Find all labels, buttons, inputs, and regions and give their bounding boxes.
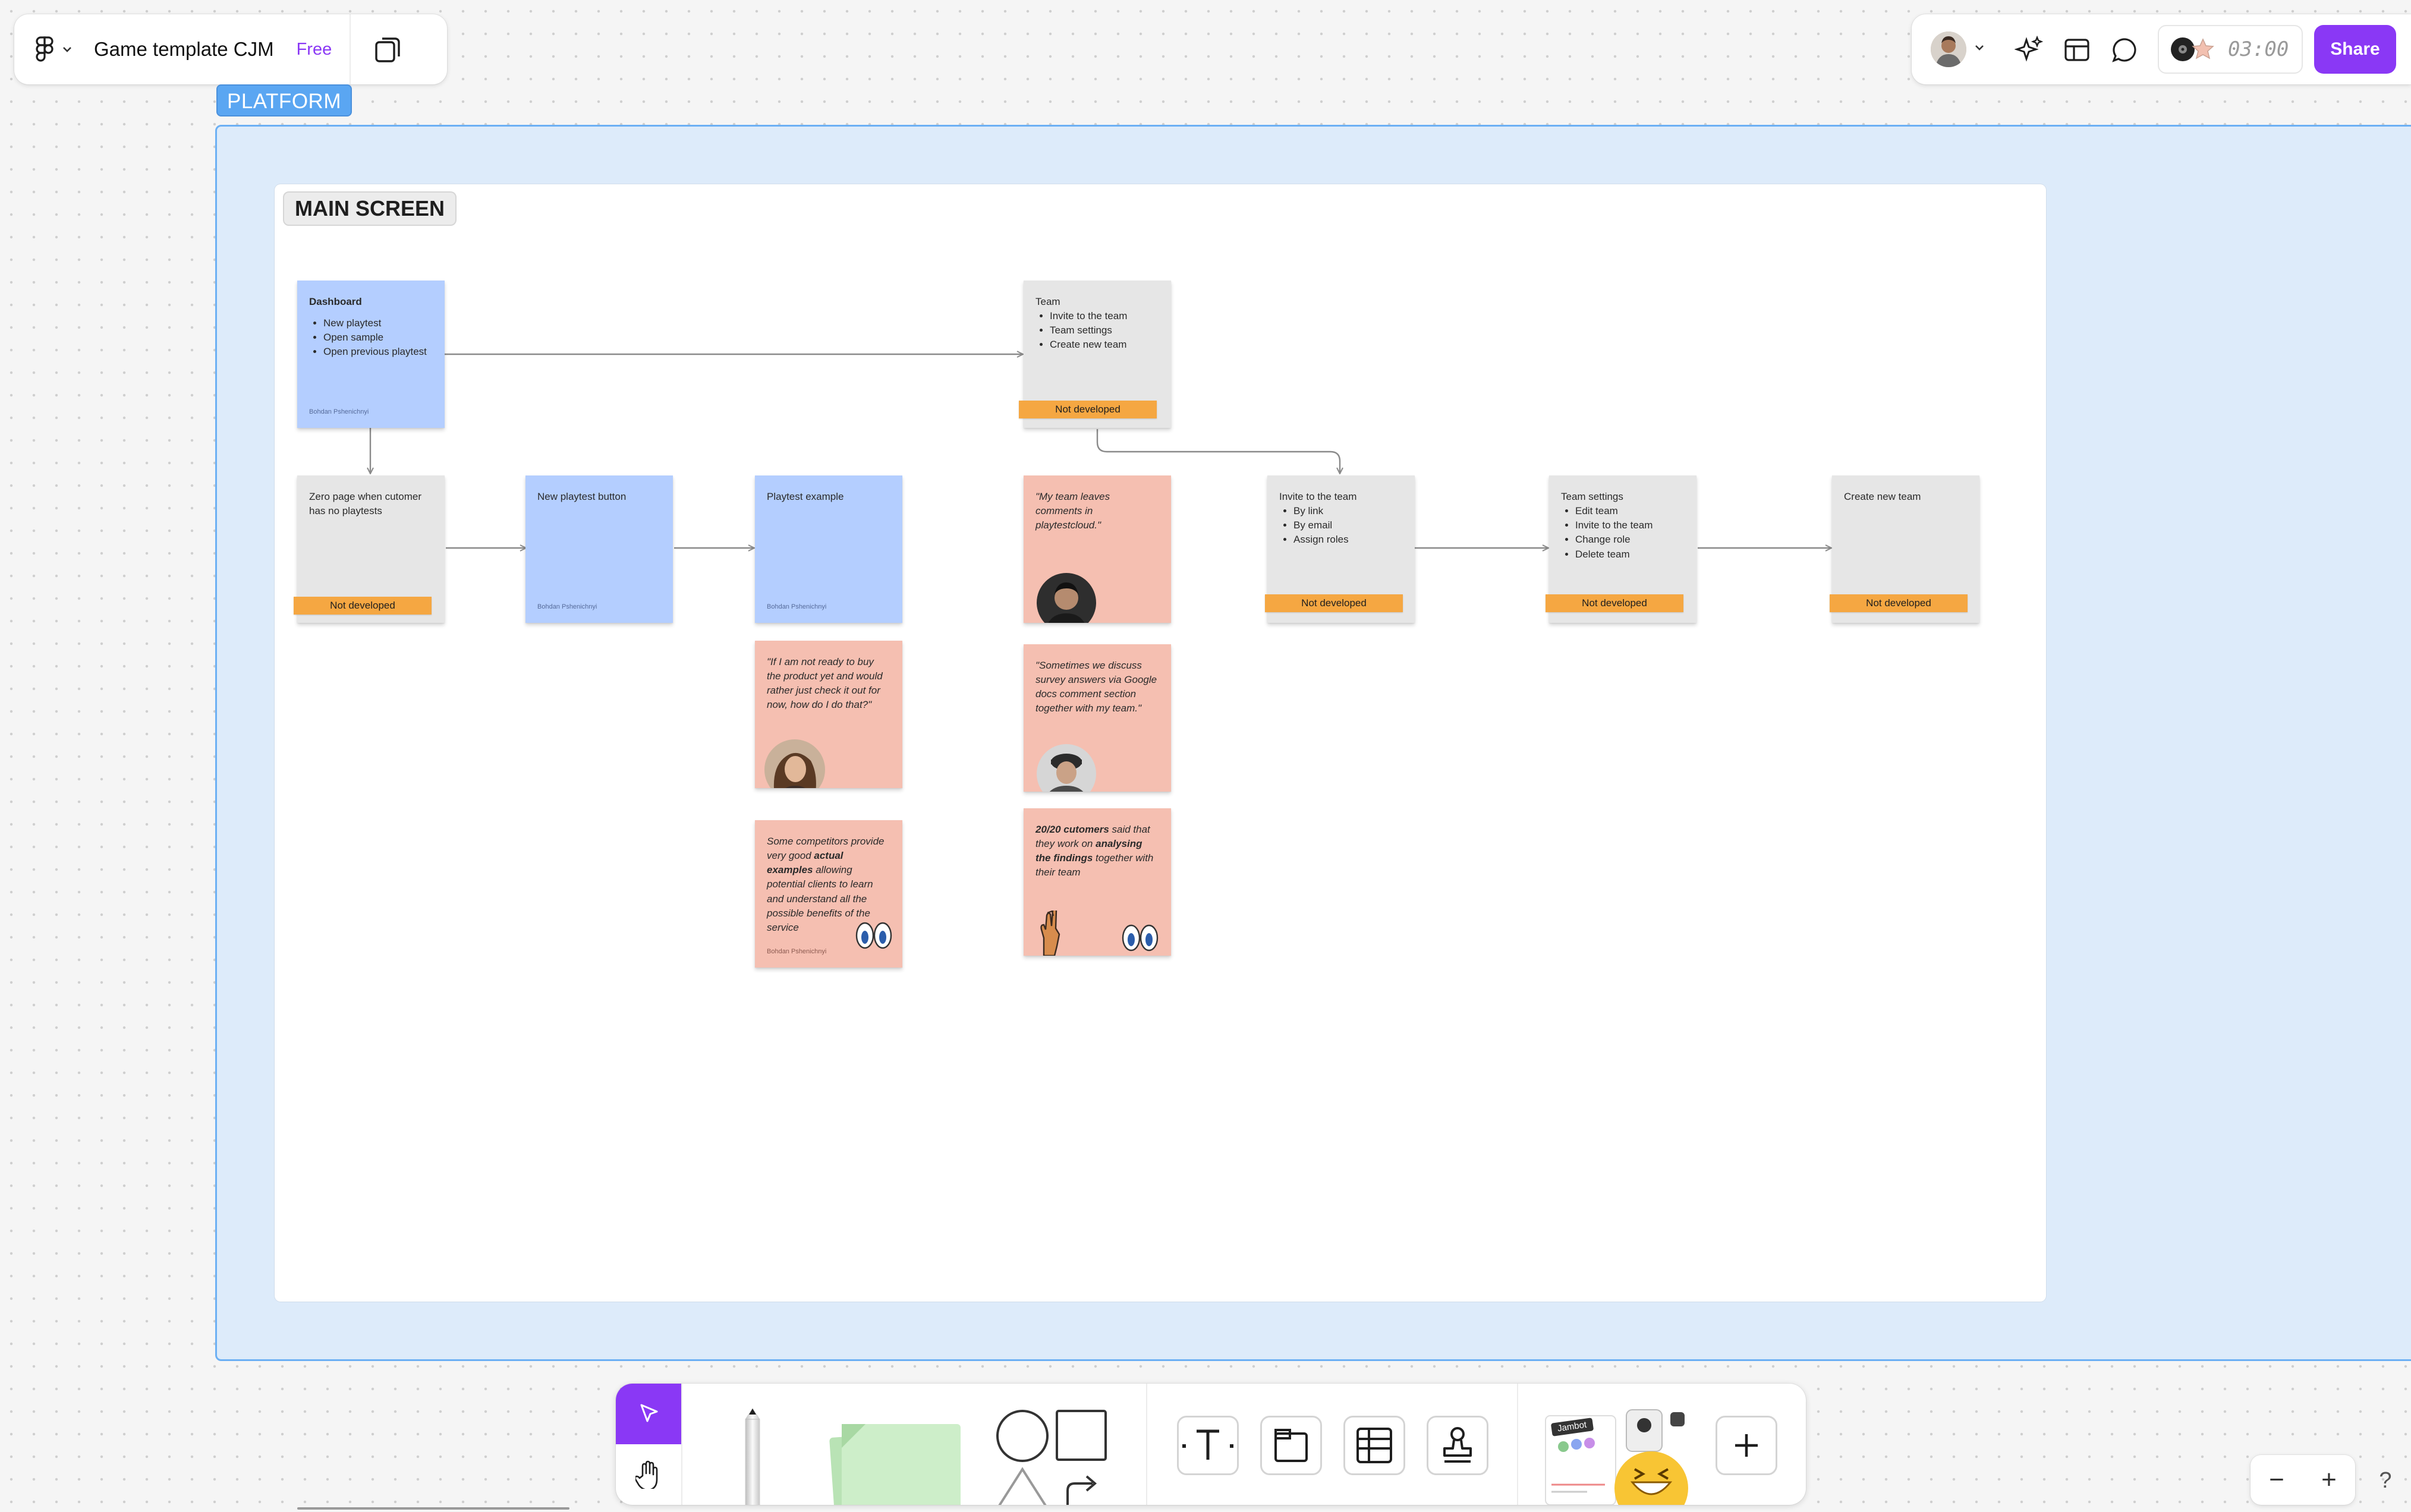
status-tag[interactable]: Not developed (294, 597, 432, 615)
list-item: By email (1293, 518, 1403, 533)
more-tools-button[interactable] (1716, 1416, 1777, 1475)
sticky-title: Zero page when cutomer has no playtests (309, 491, 421, 517)
sticky-competitors[interactable]: Some competitors provide very good actua… (755, 820, 902, 968)
hand-drawing-icon (1034, 908, 1063, 956)
cursor-icon (640, 1404, 658, 1422)
sticky-playtest-example[interactable]: Playtest example Bohdan Pshenichnyi (755, 475, 902, 623)
zoom-in-button[interactable]: + (2311, 1462, 2347, 1498)
section-icon (1274, 1429, 1308, 1462)
sticky-quote-comments[interactable]: "My team leaves comments in playtestclou… (1024, 475, 1171, 623)
status-tag[interactable]: Not developed (1019, 401, 1157, 418)
zoom-controls: − + (2251, 1455, 2355, 1505)
list-item: Assign roles (1293, 533, 1403, 547)
move-tool-button[interactable] (616, 1384, 681, 1444)
sticky-customers[interactable]: 20/20 cutomers said that they work on an… (1024, 808, 1171, 956)
sticky-title: Dashboard (309, 296, 362, 307)
hand-icon (635, 1460, 658, 1489)
connector-layer (0, 0, 2411, 1512)
quote-highlight: 20/20 cutomers (1035, 824, 1109, 835)
sticky-quote: "Sometimes we discuss survey answers via… (1035, 660, 1157, 714)
sticky-list: Edit team Invite to the team Change role… (1575, 504, 1685, 562)
stamp-tool-button[interactable] (1427, 1416, 1488, 1475)
list-item: Invite to the team (1050, 309, 1159, 323)
person-photo-icon (1037, 744, 1096, 792)
status-tag[interactable]: Not developed (1546, 594, 1683, 612)
status-tag[interactable]: Not developed (1265, 594, 1403, 612)
sticky-title: Invite to the team (1279, 491, 1357, 502)
sticky-stack-icon (829, 1424, 961, 1505)
sticky-title: Team settings (1561, 491, 1623, 502)
table-tool-button[interactable] (1343, 1416, 1405, 1475)
sticky-quote: 20/20 cutomers said that they work on an… (1035, 823, 1159, 880)
sticky-new-playtest-button[interactable]: New playtest button Bohdan Pshenichnyi (525, 475, 673, 623)
stamp-icon (1443, 1427, 1472, 1463)
hand-tool-button[interactable] (616, 1444, 681, 1505)
sticky-title: Team (1035, 296, 1060, 307)
sticky-quote: "My team leaves comments in playtestclou… (1035, 491, 1110, 531)
sticky-title: Create new team (1844, 491, 1921, 502)
pencil-icon (745, 1408, 760, 1505)
sticky-quote-google-docs[interactable]: "Sometimes we discuss survey answers via… (1024, 644, 1171, 792)
eyes-emoji-icon (855, 921, 893, 954)
list-item: Create new team (1050, 338, 1159, 352)
sticky-list: Invite to the team Team settings Create … (1050, 309, 1159, 352)
pencil-tool-button[interactable] (723, 1407, 782, 1505)
list-item: Open previous playtest (323, 345, 433, 359)
list-item: By link (1293, 504, 1403, 518)
sticky-note-tool-button[interactable] (820, 1410, 969, 1505)
sticky-author: Bohdan Pshenichnyi (309, 408, 369, 416)
sticky-title: New playtest button (537, 491, 627, 502)
status-tag[interactable]: Not developed (1830, 594, 1968, 612)
list-item: Delete team (1575, 547, 1685, 562)
shapes-icon (996, 1410, 1107, 1505)
sticky-list: By link By email Assign roles (1293, 504, 1403, 547)
list-item: Change role (1575, 533, 1685, 547)
table-icon (1356, 1428, 1392, 1463)
avatar (764, 739, 825, 788)
person-photo-icon (764, 739, 825, 788)
section-tool-button[interactable] (1260, 1416, 1322, 1475)
list-item: Invite to the team (1575, 518, 1685, 533)
avatar (1037, 744, 1096, 792)
connector-team-invite[interactable] (1096, 429, 1340, 473)
list-item: Team settings (1050, 323, 1159, 338)
sticky-quote: Some competitors provide very good actua… (767, 834, 890, 935)
sticky-title: Playtest example (767, 491, 844, 502)
text-tool-button[interactable] (1177, 1416, 1239, 1475)
plus-icon (1735, 1434, 1758, 1457)
sticky-author: Bohdan Pshenichnyi (767, 603, 827, 611)
sticky-quote-not-ready[interactable]: "If I am not ready to buy the product ye… (755, 641, 902, 788)
person-photo-icon (1037, 573, 1096, 623)
list-item: Open sample (323, 330, 433, 345)
help-button[interactable]: ? (2365, 1460, 2406, 1501)
sticky-list: New playtest Open sample Open previous p… (323, 316, 433, 359)
sticky-author: Bohdan Pshenichnyi (537, 603, 597, 611)
list-item: Edit team (1575, 504, 1685, 518)
creation-toolbar: Jambot (616, 1384, 1806, 1505)
avatar (1037, 573, 1096, 623)
scroll-indicator[interactable] (297, 1507, 569, 1510)
sticky-author: Bohdan Pshenichnyi (767, 948, 827, 956)
sticky-quote: "If I am not ready to buy the product ye… (767, 656, 883, 711)
sticky-dashboard[interactable]: Dashboard New playtest Open sample Open … (297, 281, 445, 428)
text-icon (1182, 1429, 1233, 1460)
shape-tool-button[interactable] (992, 1407, 1110, 1505)
zoom-out-button[interactable]: − (2259, 1462, 2294, 1498)
eyes-emoji-icon (1121, 924, 1159, 956)
list-item: New playtest (323, 316, 433, 330)
